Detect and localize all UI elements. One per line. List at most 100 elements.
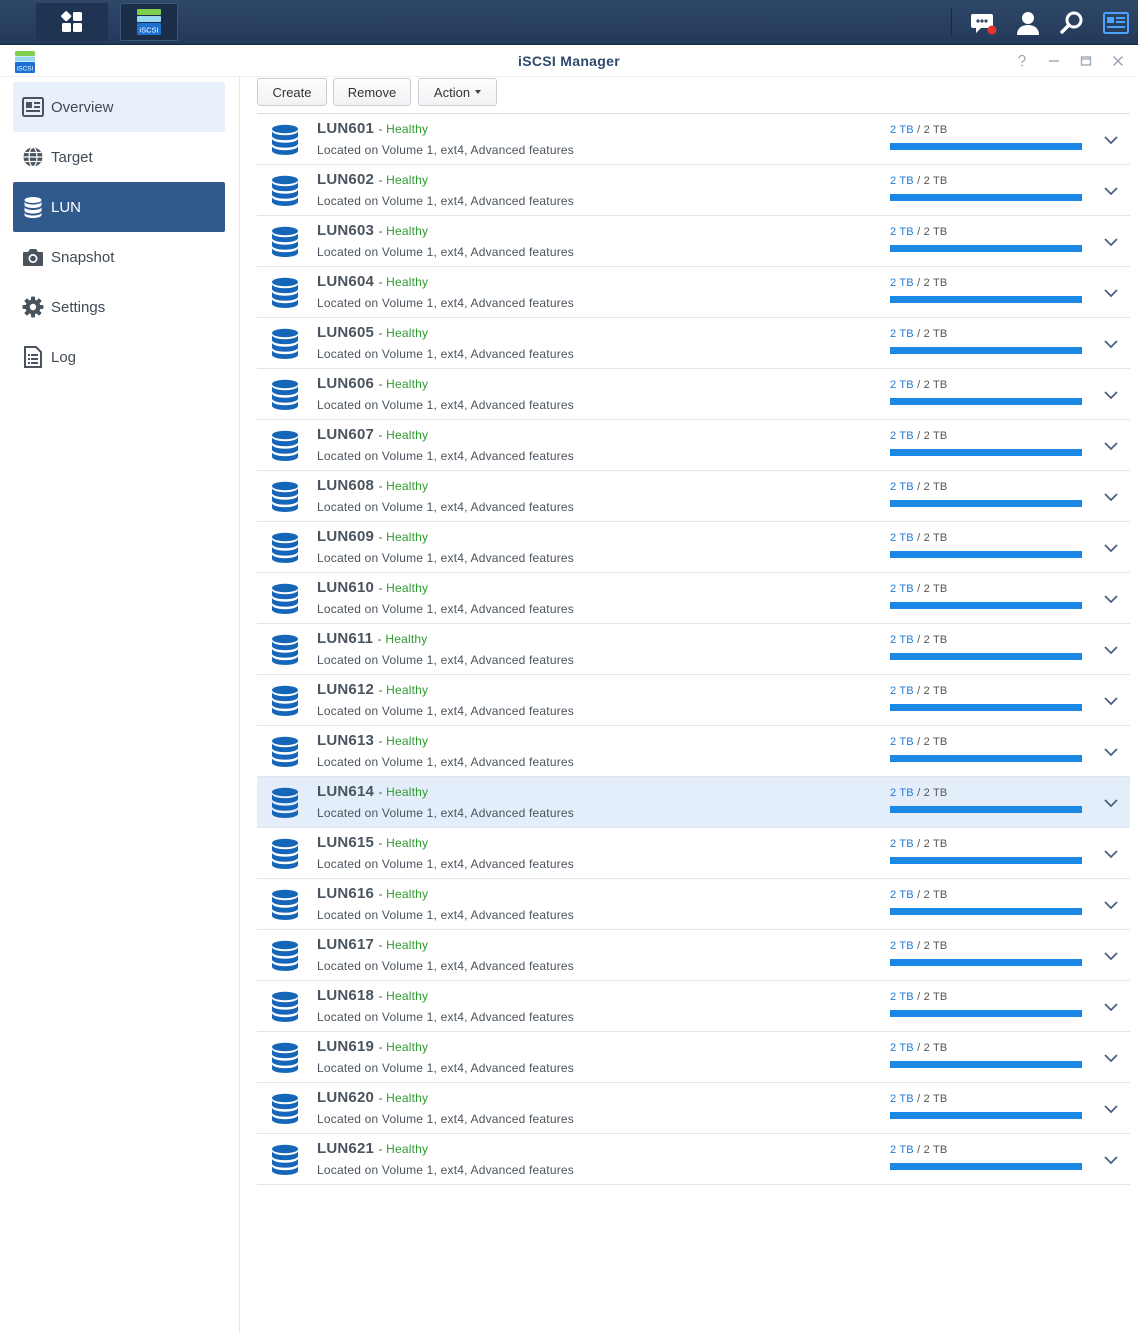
lun-total-capacity: 2 TB xyxy=(923,226,948,238)
minimize-button[interactable] xyxy=(1045,52,1063,70)
remove-button[interactable]: Remove xyxy=(333,78,411,106)
window-title: iSCSI Manager xyxy=(518,53,620,69)
lun-row[interactable]: LUN621 - Healthy Located on Volume 1, ex… xyxy=(257,1134,1130,1185)
database-icon xyxy=(272,277,298,308)
lun-row[interactable]: LUN611 - Healthy Located on Volume 1, ex… xyxy=(257,624,1130,675)
lun-usage-bar xyxy=(890,806,1082,813)
chevron-down-icon[interactable] xyxy=(1103,693,1119,709)
main-menu-button[interactable] xyxy=(36,3,108,41)
chevron-down-icon[interactable] xyxy=(1103,1101,1119,1117)
lun-row[interactable]: LUN615 - Healthy Located on Volume 1, ex… xyxy=(257,828,1130,879)
chevron-down-icon[interactable] xyxy=(1103,591,1119,607)
lun-title: LUN601 - Healthy xyxy=(317,120,428,137)
lun-location: Located on Volume 1, ext4, Advanced feat… xyxy=(317,602,574,616)
lun-total-capacity: 2 TB xyxy=(923,787,948,799)
lun-row[interactable]: LUN604 - Healthy Located on Volume 1, ex… xyxy=(257,267,1130,318)
chevron-down-icon[interactable] xyxy=(1103,438,1119,454)
sidebar-item-settings[interactable]: Settings xyxy=(13,282,225,332)
user-button[interactable] xyxy=(1006,0,1050,45)
chevron-down-icon[interactable] xyxy=(1103,234,1119,250)
chevron-down-icon[interactable] xyxy=(1103,948,1119,964)
maximize-icon xyxy=(1080,56,1092,66)
lun-location: Located on Volume 1, ext4, Advanced feat… xyxy=(317,1010,574,1024)
chevron-down-icon[interactable] xyxy=(1103,540,1119,556)
lun-row[interactable]: LUN603 - Healthy Located on Volume 1, ex… xyxy=(257,216,1130,267)
taskbar-iscsi-app-button[interactable]: iSCSI xyxy=(120,3,178,41)
minimize-icon xyxy=(1049,60,1059,62)
widgets-button[interactable] xyxy=(1094,0,1138,45)
lun-status-separator: - xyxy=(378,887,387,901)
lun-location: Located on Volume 1, ext4, Advanced feat… xyxy=(317,704,574,718)
chevron-down-icon[interactable] xyxy=(1103,846,1119,862)
lun-usage-fill xyxy=(890,1112,1082,1119)
close-button[interactable] xyxy=(1109,52,1127,70)
lun-row[interactable]: LUN610 - Healthy Located on Volume 1, ex… xyxy=(257,573,1130,624)
maximize-button[interactable] xyxy=(1077,52,1095,70)
main-menu-icon xyxy=(61,11,82,32)
status-badge: Healthy xyxy=(386,1040,429,1054)
lun-row[interactable]: LUN614 - Healthy Located on Volume 1, ex… xyxy=(257,777,1130,828)
chevron-down-icon[interactable] xyxy=(1103,132,1119,148)
lun-capacity: 2 TB / 2 TB xyxy=(890,175,947,187)
lun-name: LUN601 xyxy=(317,120,375,137)
lun-row[interactable]: LUN609 - Healthy Located on Volume 1, ex… xyxy=(257,522,1130,573)
sidebar-item-overview[interactable]: Overview xyxy=(13,82,225,132)
create-button[interactable]: Create xyxy=(257,78,327,106)
sidebar-item-lun[interactable]: LUN xyxy=(13,182,225,232)
chevron-down-icon[interactable] xyxy=(1103,387,1119,403)
lun-status-separator: - xyxy=(378,734,387,748)
lun-row[interactable]: LUN620 - Healthy Located on Volume 1, ex… xyxy=(257,1083,1130,1134)
window-titlebar[interactable]: iSCSI iSCSI Manager xyxy=(0,46,1138,77)
chevron-down-icon[interactable] xyxy=(1103,897,1119,913)
chevron-down-icon[interactable] xyxy=(1103,744,1119,760)
chevron-down-icon[interactable] xyxy=(1103,336,1119,352)
lun-name: LUN603 xyxy=(317,222,375,239)
lun-title: LUN610 - Healthy xyxy=(317,579,428,596)
lun-row[interactable]: LUN613 - Healthy Located on Volume 1, ex… xyxy=(257,726,1130,777)
sidebar-item-snapshot[interactable]: Snapshot xyxy=(13,232,225,282)
lun-row[interactable]: LUN616 - Healthy Located on Volume 1, ex… xyxy=(257,879,1130,930)
chevron-down-icon[interactable] xyxy=(1103,642,1119,658)
sidebar-item-target[interactable]: Target xyxy=(13,132,225,182)
lun-used-capacity: 2 TB xyxy=(890,685,914,697)
lun-usage-fill xyxy=(890,857,1082,864)
lun-location: Located on Volume 1, ext4, Advanced feat… xyxy=(317,653,574,667)
lun-total-capacity: 2 TB xyxy=(923,838,948,850)
lun-row[interactable]: LUN601 - Healthy Located on Volume 1, ex… xyxy=(257,114,1130,165)
chevron-down-icon[interactable] xyxy=(1103,285,1119,301)
lun-row[interactable]: LUN618 - Healthy Located on Volume 1, ex… xyxy=(257,981,1130,1032)
lun-row[interactable]: LUN607 - Healthy Located on Volume 1, ex… xyxy=(257,420,1130,471)
lun-total-capacity: 2 TB xyxy=(923,634,948,646)
chevron-down-icon[interactable] xyxy=(1103,489,1119,505)
lun-row[interactable]: LUN608 - Healthy Located on Volume 1, ex… xyxy=(257,471,1130,522)
lun-capacity: 2 TB / 2 TB xyxy=(890,736,947,748)
lun-name: LUN613 xyxy=(317,732,375,749)
lun-list: LUN601 - Healthy Located on Volume 1, ex… xyxy=(257,114,1130,1185)
chevron-down-icon[interactable] xyxy=(1103,795,1119,811)
lun-row[interactable]: LUN619 - Healthy Located on Volume 1, ex… xyxy=(257,1032,1130,1083)
lun-row[interactable]: LUN602 - Healthy Located on Volume 1, ex… xyxy=(257,165,1130,216)
lun-name: LUN602 xyxy=(317,171,375,188)
lun-name: LUN616 xyxy=(317,885,375,902)
lun-location: Located on Volume 1, ext4, Advanced feat… xyxy=(317,1061,574,1075)
sidebar-item-log[interactable]: Log xyxy=(13,332,225,382)
lun-row[interactable]: LUN606 - Healthy Located on Volume 1, ex… xyxy=(257,369,1130,420)
chevron-down-icon[interactable] xyxy=(1103,999,1119,1015)
lun-title: LUN602 - Healthy xyxy=(317,171,428,188)
search-button[interactable] xyxy=(1050,0,1094,45)
lun-capacity: 2 TB / 2 TB xyxy=(890,430,947,442)
lun-row[interactable]: LUN605 - Healthy Located on Volume 1, ex… xyxy=(257,318,1130,369)
help-button[interactable] xyxy=(1013,52,1031,70)
chevron-down-icon[interactable] xyxy=(1103,183,1119,199)
notifications-button[interactable] xyxy=(962,0,1006,45)
lun-row[interactable]: LUN617 - Healthy Located on Volume 1, ex… xyxy=(257,930,1130,981)
chevron-down-icon[interactable] xyxy=(1103,1050,1119,1066)
chevron-down-icon[interactable] xyxy=(1103,1152,1119,1168)
action-button[interactable]: Action xyxy=(418,78,497,106)
lun-title: LUN616 - Healthy xyxy=(317,885,428,902)
lun-total-capacity: 2 TB xyxy=(923,379,948,391)
lun-name: LUN620 xyxy=(317,1089,375,1106)
lun-usage-fill xyxy=(890,1061,1082,1068)
lun-usage-bar xyxy=(890,398,1082,405)
lun-row[interactable]: LUN612 - Healthy Located on Volume 1, ex… xyxy=(257,675,1130,726)
